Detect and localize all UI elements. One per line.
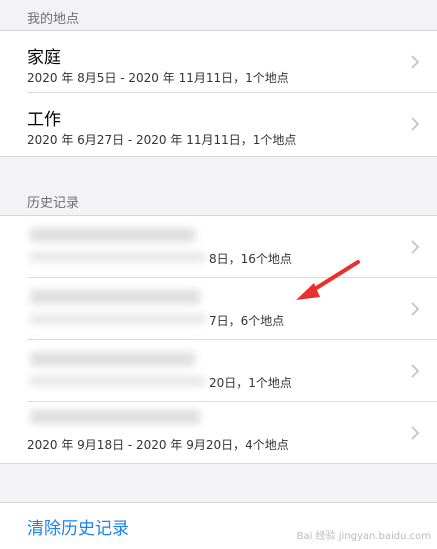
place-subtitle: 2020 年 6月27日 - 2020 年 11月11日，1个地点 <box>27 133 297 147</box>
history-group: 8日，16个地点 7日，6个地点 20日，1个地点 2020 年 9月18日 -… <box>0 215 437 464</box>
history-row[interactable]: 8日，16个地点 <box>0 216 437 278</box>
place-title: 工作 <box>27 110 61 130</box>
place-title: 家庭 <box>27 48 61 68</box>
history-header: 历史记录 <box>27 196 80 211</box>
blurred-title <box>30 290 200 304</box>
blurred-subtitle <box>30 252 205 262</box>
place-row-work[interactable]: 工作 2020 年 6月27日 - 2020 年 11月11日，1个地点 <box>0 93 437 155</box>
history-subtitle: 8日，16个地点 <box>209 252 292 266</box>
watermark: Bai 经验 jingyan.baidu.com <box>296 531 431 542</box>
history-row[interactable]: 7日，6个地点 <box>0 278 437 340</box>
chevron-right-icon <box>411 55 420 69</box>
blurred-subtitle <box>30 376 205 386</box>
chevron-right-icon <box>411 302 420 316</box>
place-row-home[interactable]: 家庭 2020 年 8月5日 - 2020 年 11月11日，1个地点 <box>0 31 437 93</box>
history-subtitle: 20日，1个地点 <box>209 376 292 390</box>
clear-history-button[interactable]: 清除历史记录 <box>27 514 129 539</box>
history-row[interactable]: 2020 年 9月18日 - 2020 年 9月20日，4个地点 <box>0 402 437 464</box>
blurred-title <box>30 352 195 366</box>
place-subtitle: 2020 年 8月5日 - 2020 年 11月11日，1个地点 <box>27 71 289 85</box>
chevron-right-icon <box>411 240 420 254</box>
history-row[interactable]: 20日，1个地点 <box>0 340 437 402</box>
chevron-right-icon <box>411 426 420 440</box>
history-subtitle: 7日，6个地点 <box>209 314 285 328</box>
blurred-title <box>30 228 195 242</box>
history-subtitle: 2020 年 9月18日 - 2020 年 9月20日，4个地点 <box>27 438 289 452</box>
my-places-group: 家庭 2020 年 8月5日 - 2020 年 11月11日，1个地点 工作 2… <box>0 30 437 157</box>
chevron-right-icon <box>411 117 420 131</box>
my-places-header: 我的地点 <box>27 12 80 27</box>
blurred-title <box>30 410 200 424</box>
chevron-right-icon <box>411 364 420 378</box>
blurred-subtitle <box>30 314 205 324</box>
